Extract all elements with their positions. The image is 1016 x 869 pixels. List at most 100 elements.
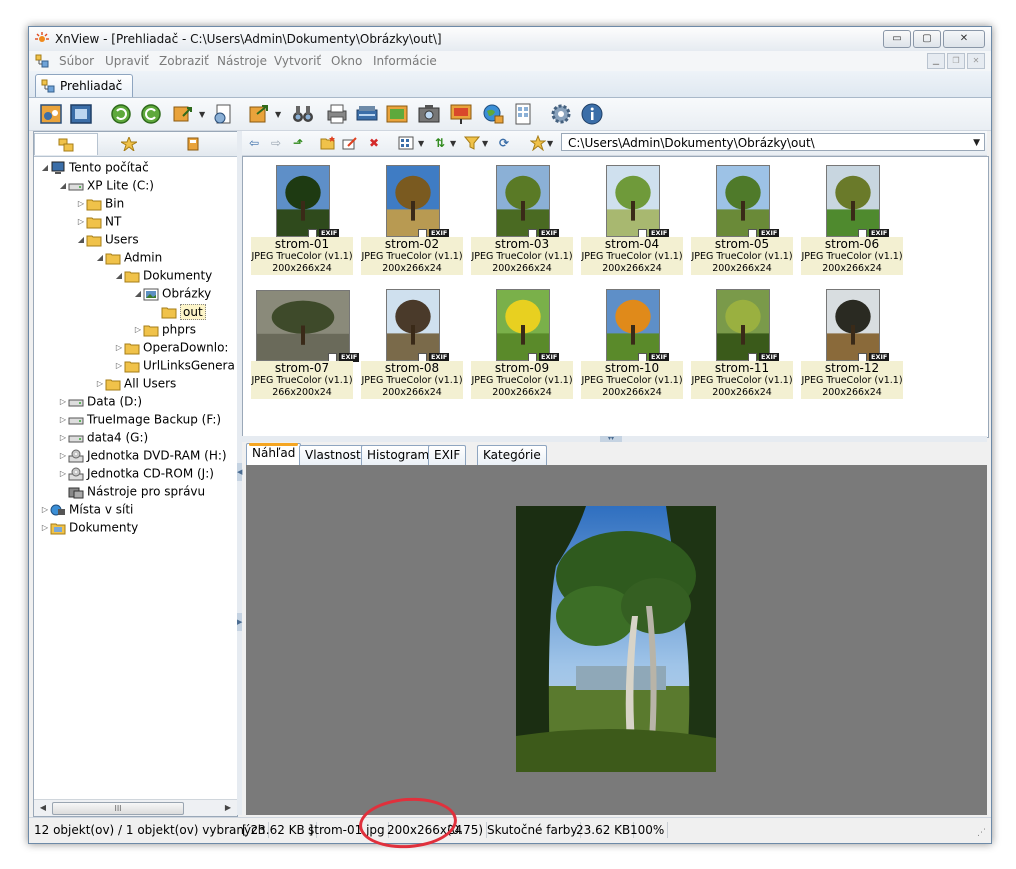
mdi-minimize-button[interactable]: ▁	[927, 53, 945, 69]
splitter-grip-bottom[interactable]: ▶	[237, 613, 242, 631]
collapsed-arrow-icon[interactable]: ▷	[114, 357, 124, 375]
collapsed-arrow-icon[interactable]: ▷	[40, 501, 50, 519]
new-folder-icon[interactable]	[320, 135, 336, 151]
tab-exif[interactable]: EXIF	[428, 445, 467, 465]
maximize-button[interactable]: ▢	[913, 30, 941, 48]
collapsed-arrow-icon[interactable]: ▷	[133, 321, 143, 339]
thumbnail-item[interactable]: EXIF strom-09 JPEG TrueColor (v1.1) 200x266…	[471, 285, 573, 403]
minimize-button[interactable]: ▭	[883, 30, 911, 48]
expanded-arrow-icon[interactable]: ◢	[76, 231, 86, 249]
splitter-grip-top[interactable]: ◀	[237, 463, 242, 481]
tree-node-dvd-ram[interactable]: ▷ Jednotka DVD-RAM (H:)	[58, 446, 227, 464]
tree-node-data4[interactable]: ▷ data4 (G:)	[58, 428, 148, 446]
thumbnail-item[interactable]: EXIF strom-06 JPEG TrueColor (v1.1) 200x266…	[801, 161, 903, 279]
tree-node-all-users[interactable]: ▷ All Users	[95, 374, 176, 392]
collapsed-arrow-icon[interactable]: ▷	[76, 213, 86, 231]
collapsed-arrow-icon[interactable]: ▷	[58, 465, 68, 483]
thumbnail-item[interactable]: EXIF strom-11 JPEG TrueColor (v1.1) 200x266…	[691, 285, 793, 403]
rename-icon[interactable]	[342, 135, 358, 151]
convert-dropdown-icon[interactable]: ▼	[199, 110, 205, 119]
filter-dropdown-icon[interactable]: ▼	[482, 139, 488, 148]
export-icon[interactable]	[247, 102, 271, 126]
export-dropdown-icon[interactable]: ▼	[275, 110, 281, 119]
tab-kategorie[interactable]: Kategórie	[477, 445, 547, 465]
menu-upravit[interactable]: Upraviť	[105, 54, 149, 68]
splitter-grip-horizontal[interactable]: ▾▾	[600, 436, 622, 442]
collapsed-arrow-icon[interactable]: ▷	[40, 519, 50, 537]
collapsed-arrow-icon[interactable]: ▷	[114, 339, 124, 357]
expanded-arrow-icon[interactable]: ◢	[95, 249, 105, 267]
tree-node-trueimage[interactable]: ▷ TrueImage Backup (F:)	[58, 410, 221, 428]
thumbnail-item[interactable]: EXIF strom-03 JPEG TrueColor (v1.1) 200x266…	[471, 161, 573, 279]
file-info-icon[interactable]	[211, 102, 235, 126]
view-image-icon[interactable]	[39, 102, 63, 126]
presentation-icon[interactable]	[449, 102, 473, 126]
tree-node-network[interactable]: ▷ Místa v síti	[40, 500, 133, 518]
view-mode-icon[interactable]	[398, 135, 414, 151]
menu-vytvorit[interactable]: Vytvoriť	[274, 54, 321, 68]
expanded-arrow-icon[interactable]: ◢	[114, 267, 124, 285]
tree-node-admin[interactable]: ◢ Admin	[95, 248, 162, 266]
tab-nahlad[interactable]: Náhľad	[246, 443, 302, 465]
print-icon[interactable]	[325, 102, 349, 126]
tree-node-tento-pocitac[interactable]: ◢ Tento počítač	[40, 158, 149, 176]
scroll-right-arrow-icon[interactable]: ▶	[221, 801, 235, 815]
thumbnail-item[interactable]: EXIF strom-04 JPEG TrueColor (v1.1) 200x266…	[581, 161, 683, 279]
back-arrow-icon[interactable]: ⇦	[246, 135, 262, 151]
capture-icon[interactable]	[417, 102, 441, 126]
filter-icon[interactable]	[464, 135, 480, 151]
info-icon[interactable]	[580, 102, 604, 126]
tree-node-nt[interactable]: ▷ NT	[76, 212, 121, 230]
tree-node-bin[interactable]: ▷ Bin	[76, 194, 124, 212]
sort-dropdown-icon[interactable]: ▼	[450, 139, 456, 148]
tree-node-phprs[interactable]: ▷ phprs	[133, 320, 196, 338]
web-icon[interactable]	[481, 102, 505, 126]
up-folder-icon[interactable]: ⬏	[290, 135, 306, 151]
collapsed-arrow-icon[interactable]: ▷	[58, 429, 68, 447]
horizontal-splitter[interactable]: ▾▾	[242, 436, 987, 442]
collapsed-arrow-icon[interactable]: ▷	[58, 411, 68, 429]
expanded-arrow-icon[interactable]: ◢	[40, 159, 50, 177]
slideshow-icon[interactable]	[385, 102, 409, 126]
menu-informacie[interactable]: Informácie	[373, 54, 437, 68]
sort-icon[interactable]: ⇅	[432, 135, 448, 151]
rotate-right-icon[interactable]	[139, 102, 163, 126]
thumbnail-item[interactable]: EXIF strom-08 JPEG TrueColor (v1.1) 200x266…	[361, 285, 463, 403]
thumbnail-item[interactable]: EXIF strom-12 JPEG TrueColor (v1.1) 200x266…	[801, 285, 903, 403]
collapsed-arrow-icon[interactable]: ▷	[95, 375, 105, 393]
tab-folders[interactable]	[34, 133, 98, 155]
collapsed-arrow-icon[interactable]: ▷	[58, 393, 68, 411]
expanded-arrow-icon[interactable]: ◢	[133, 285, 143, 303]
tab-vlastnosti[interactable]: Vlastnosti	[299, 445, 371, 465]
tree-node-cd-rom[interactable]: ▷ Jednotka CD-ROM (J:)	[58, 464, 214, 482]
thumbnail-item[interactable]: EXIF strom-02 JPEG TrueColor (v1.1) 200x266…	[361, 161, 463, 279]
delete-icon[interactable]: ✖	[366, 135, 382, 151]
mdi-restore-button[interactable]: ❐	[947, 53, 965, 69]
thumbnail-item[interactable]: EXIF strom-10 JPEG TrueColor (v1.1) 200x266…	[581, 285, 683, 403]
forward-arrow-icon[interactable]: ⇨	[268, 135, 284, 151]
tree-node-urllinks[interactable]: ▷ UrlLinksGenera	[114, 356, 235, 374]
tree-node-data-d[interactable]: ▷ Data (D:)	[58, 392, 142, 410]
menu-zobrazit[interactable]: Zobraziť	[159, 54, 209, 68]
view-mode-dropdown-icon[interactable]: ▼	[418, 139, 424, 148]
thumbnail-item[interactable]: EXIF strom-01 JPEG TrueColor (v1.1) 200x266…	[251, 161, 353, 279]
menu-subor[interactable]: Súbor	[59, 54, 94, 68]
scanner-icon[interactable]	[355, 102, 379, 126]
contact-sheet-icon[interactable]	[511, 102, 535, 126]
tree-horizontal-scrollbar[interactable]: ◀ III ▶	[34, 799, 237, 816]
path-input[interactable]: C:\Users\Admin\Dokumenty\Obrázky\out\ ▼	[561, 133, 985, 151]
resize-grip-icon[interactable]: ⋰	[977, 828, 989, 840]
close-button[interactable]: ✕	[943, 30, 985, 48]
collapsed-arrow-icon[interactable]: ▷	[58, 447, 68, 465]
tree-node-users[interactable]: ◢ Users	[76, 230, 139, 248]
refresh-icon[interactable]: ⟳	[496, 135, 512, 151]
tree-node-out[interactable]: out	[161, 302, 206, 320]
scroll-thumb[interactable]: III	[52, 802, 184, 815]
binoculars-icon[interactable]	[291, 102, 315, 126]
thumbnail-item[interactable]: EXIF strom-05 JPEG TrueColor (v1.1) 200x266…	[691, 161, 793, 279]
menu-nastroje[interactable]: Nástroje	[217, 54, 267, 68]
mdi-close-button[interactable]: ✕	[967, 53, 985, 69]
tab-favorites[interactable]	[98, 133, 160, 154]
expanded-arrow-icon[interactable]: ◢	[58, 177, 68, 195]
tab-categories[interactable]	[162, 133, 224, 154]
